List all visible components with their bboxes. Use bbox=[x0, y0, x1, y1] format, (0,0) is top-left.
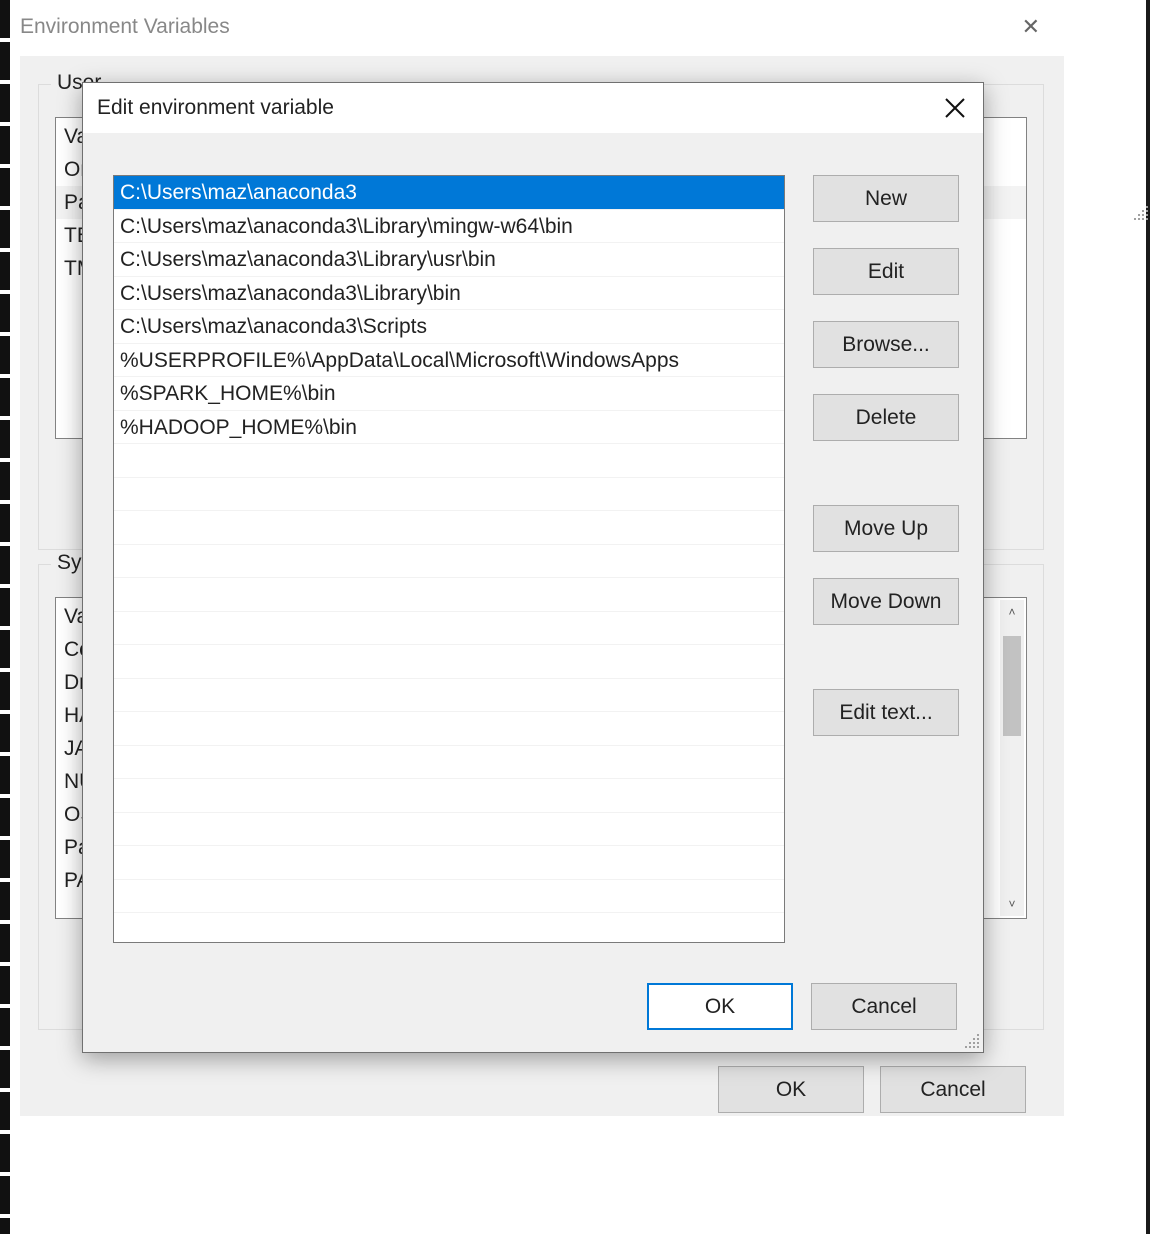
modal-body: C:\Users\maz\anaconda3C:\Users\maz\anaco… bbox=[83, 133, 983, 1052]
edit-button[interactable]: Edit bbox=[813, 248, 959, 295]
path-entry-empty[interactable] bbox=[114, 578, 784, 612]
path-entry-empty[interactable] bbox=[114, 478, 784, 512]
parent-cancel-button[interactable]: Cancel bbox=[880, 1066, 1026, 1113]
path-entry-empty[interactable] bbox=[114, 779, 784, 813]
close-icon[interactable] bbox=[943, 96, 967, 120]
edit-text-button[interactable]: Edit text... bbox=[813, 689, 959, 736]
path-entry[interactable]: C:\Users\maz\anaconda3\Library\usr\bin bbox=[114, 243, 784, 277]
path-entries-list[interactable]: C:\Users\maz\anaconda3C:\Users\maz\anaco… bbox=[113, 175, 785, 943]
scrollbar[interactable]: ˄ ˅ bbox=[1000, 600, 1024, 916]
path-entry-empty[interactable] bbox=[114, 545, 784, 579]
ok-button[interactable]: OK bbox=[647, 983, 793, 1030]
path-entry[interactable]: %USERPROFILE%\AppData\Local\Microsoft\Wi… bbox=[114, 344, 784, 378]
scroll-thumb[interactable] bbox=[1003, 636, 1021, 736]
move-up-button[interactable]: Move Up bbox=[813, 505, 959, 552]
path-entry[interactable]: C:\Users\maz\anaconda3\Library\mingw-w64… bbox=[114, 210, 784, 244]
path-entry-empty[interactable] bbox=[114, 645, 784, 679]
modal-footer: OK Cancel bbox=[83, 983, 983, 1030]
move-down-button[interactable]: Move Down bbox=[813, 578, 959, 625]
parent-title: Environment Variables bbox=[20, 15, 230, 39]
path-entry[interactable]: C:\Users\maz\anaconda3\Scripts bbox=[114, 310, 784, 344]
scroll-down-icon[interactable]: ˅ bbox=[1000, 892, 1024, 916]
path-entry[interactable]: C:\Users\maz\anaconda3 bbox=[114, 176, 784, 210]
path-entry[interactable]: C:\Users\maz\anaconda3\Library\bin bbox=[114, 277, 784, 311]
delete-button[interactable]: Delete bbox=[813, 394, 959, 441]
side-buttons: New Edit Browse... Delete Move Up Move D… bbox=[813, 175, 959, 736]
path-entry[interactable]: %SPARK_HOME%\bin bbox=[114, 377, 784, 411]
parent-titlebar: Environment Variables ✕ bbox=[10, 0, 1060, 54]
browse-button[interactable]: Browse... bbox=[813, 321, 959, 368]
new-button[interactable]: New bbox=[813, 175, 959, 222]
path-entry-empty[interactable] bbox=[114, 880, 784, 914]
cancel-button[interactable]: Cancel bbox=[811, 983, 957, 1030]
close-icon[interactable]: ✕ bbox=[1016, 14, 1046, 40]
path-entry-empty[interactable] bbox=[114, 612, 784, 646]
modal-titlebar: Edit environment variable bbox=[83, 83, 983, 133]
path-entry-empty[interactable] bbox=[114, 511, 784, 545]
path-entry-empty[interactable] bbox=[114, 679, 784, 713]
resize-grip-icon[interactable] bbox=[963, 1032, 981, 1050]
scroll-up-icon[interactable]: ˄ bbox=[1000, 600, 1024, 624]
modal-title: Edit environment variable bbox=[97, 96, 334, 120]
path-entry-empty[interactable] bbox=[114, 913, 784, 947]
path-entry-empty[interactable] bbox=[114, 846, 784, 880]
path-entry-empty[interactable] bbox=[114, 813, 784, 847]
path-entry-empty[interactable] bbox=[114, 746, 784, 780]
path-entry-empty[interactable] bbox=[114, 712, 784, 746]
path-entry-empty[interactable] bbox=[114, 444, 784, 478]
path-entry[interactable]: %HADOOP_HOME%\bin bbox=[114, 411, 784, 445]
parent-ok-button[interactable]: OK bbox=[718, 1066, 864, 1113]
environment-variables-dialog: Environment Variables ✕ User Va On Pat T… bbox=[10, 0, 1060, 54]
edit-environment-variable-dialog: Edit environment variable C:\Users\maz\a… bbox=[82, 82, 984, 1053]
